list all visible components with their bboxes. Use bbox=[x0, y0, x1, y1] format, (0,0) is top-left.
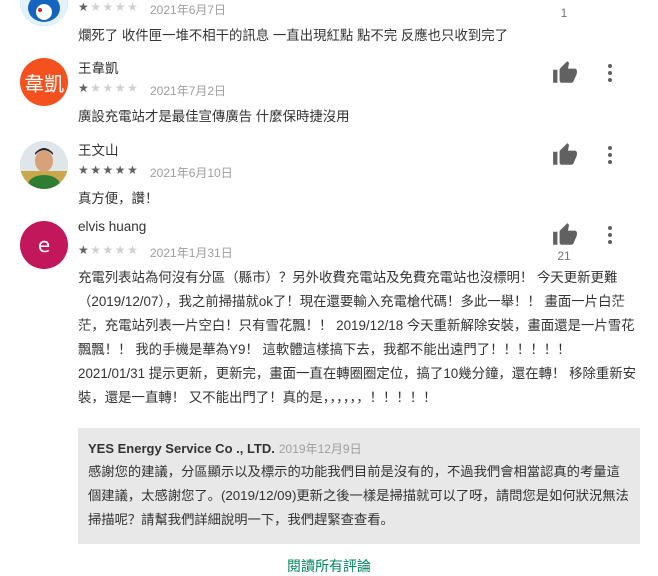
avatar-initials: e bbox=[37, 233, 51, 257]
reviewer-name: elvis huang bbox=[78, 219, 147, 234]
star-empty-icon: ★ bbox=[114, 243, 128, 257]
star-filled-icon: ★ bbox=[78, 163, 91, 177]
star-rating: ★★★★★ bbox=[78, 243, 139, 257]
star-filled-icon: ★ bbox=[78, 243, 91, 257]
star-rating: ★★★★★ bbox=[78, 0, 139, 14]
review-date: 2021年6月10日 bbox=[150, 166, 233, 180]
more-vert-icon[interactable] bbox=[598, 222, 622, 248]
review-text: 廣設充電站才是最佳宣傳廣告 什麼保時捷沒用 bbox=[78, 109, 350, 124]
more-vert-icon[interactable] bbox=[598, 142, 622, 168]
review-text: 充電列表站為何沒有分區（縣市）？另外收費充電站及免費充電站也沒標明！ 今天更新更… bbox=[78, 270, 637, 405]
read-all-reviews-link[interactable]: 閱讀所有評論 bbox=[0, 556, 658, 576]
avatar bbox=[20, 0, 68, 26]
star-empty-icon: ★ bbox=[90, 243, 103, 257]
star-filled-icon: ★ bbox=[78, 81, 91, 95]
thumb-up-icon[interactable] bbox=[552, 222, 578, 248]
reviewer-name: 王韋凱 bbox=[78, 61, 119, 76]
avatar: e bbox=[20, 221, 68, 269]
review-date: 2021年1月31日 bbox=[150, 246, 233, 260]
avatar bbox=[20, 141, 68, 189]
star-empty-icon: ★ bbox=[102, 81, 115, 95]
avatar: 韋凱 bbox=[20, 58, 68, 106]
star-empty-icon: ★ bbox=[102, 0, 115, 14]
star-filled-icon: ★ bbox=[90, 163, 103, 177]
star-rating: ★★★★★ bbox=[78, 81, 139, 95]
star-empty-icon: ★ bbox=[127, 0, 140, 14]
more-vert-icon[interactable] bbox=[598, 60, 622, 86]
review-text: 爛死了 收件匣一堆不相干的訊息 一直出現紅點 點不完 反應也只收到完了 bbox=[78, 28, 508, 43]
star-empty-icon: ★ bbox=[114, 0, 128, 14]
reply-text: 感謝您的建議，分區顯示以及標示的功能我們目前是沒有的，不過我們會相當認真的考量這… bbox=[88, 464, 629, 527]
developer-name: YES Energy Service Co ., LTD. bbox=[88, 441, 275, 456]
review-date: 2021年6月7日 bbox=[150, 3, 227, 17]
avatar-photo-icon bbox=[20, 141, 68, 189]
thumb-up-icon[interactable] bbox=[552, 60, 578, 86]
star-empty-icon: ★ bbox=[127, 81, 140, 95]
star-empty-icon: ★ bbox=[90, 81, 103, 95]
star-empty-icon: ★ bbox=[127, 243, 140, 257]
review-date: 2021年7月2日 bbox=[150, 84, 227, 98]
reviewer-name: 王文山 bbox=[78, 143, 119, 158]
helpful-count: 1 bbox=[560, 6, 568, 20]
star-empty-icon: ★ bbox=[114, 81, 128, 95]
avatar-cartoon-icon bbox=[20, 0, 68, 26]
star-empty-icon: ★ bbox=[90, 0, 103, 14]
star-filled-icon: ★ bbox=[114, 163, 128, 177]
thumb-up-icon[interactable] bbox=[552, 142, 578, 168]
helpful-count: 21 bbox=[557, 249, 571, 263]
avatar-initials: 韋凱 bbox=[24, 71, 64, 96]
star-rating: ★★★★★ bbox=[78, 163, 139, 177]
star-filled-icon: ★ bbox=[127, 163, 140, 177]
developer-reply: YES Energy Service Co ., LTD. 2019年12月9日 … bbox=[78, 428, 640, 544]
reply-date: 2019年12月9日 bbox=[278, 442, 362, 456]
star-filled-icon: ★ bbox=[102, 163, 115, 177]
star-filled-icon: ★ bbox=[78, 0, 91, 14]
reply-header: YES Energy Service Co ., LTD. 2019年12月9日 bbox=[88, 440, 362, 457]
star-empty-icon: ★ bbox=[102, 243, 115, 257]
review-text: 真方便，讚！ bbox=[78, 191, 159, 206]
